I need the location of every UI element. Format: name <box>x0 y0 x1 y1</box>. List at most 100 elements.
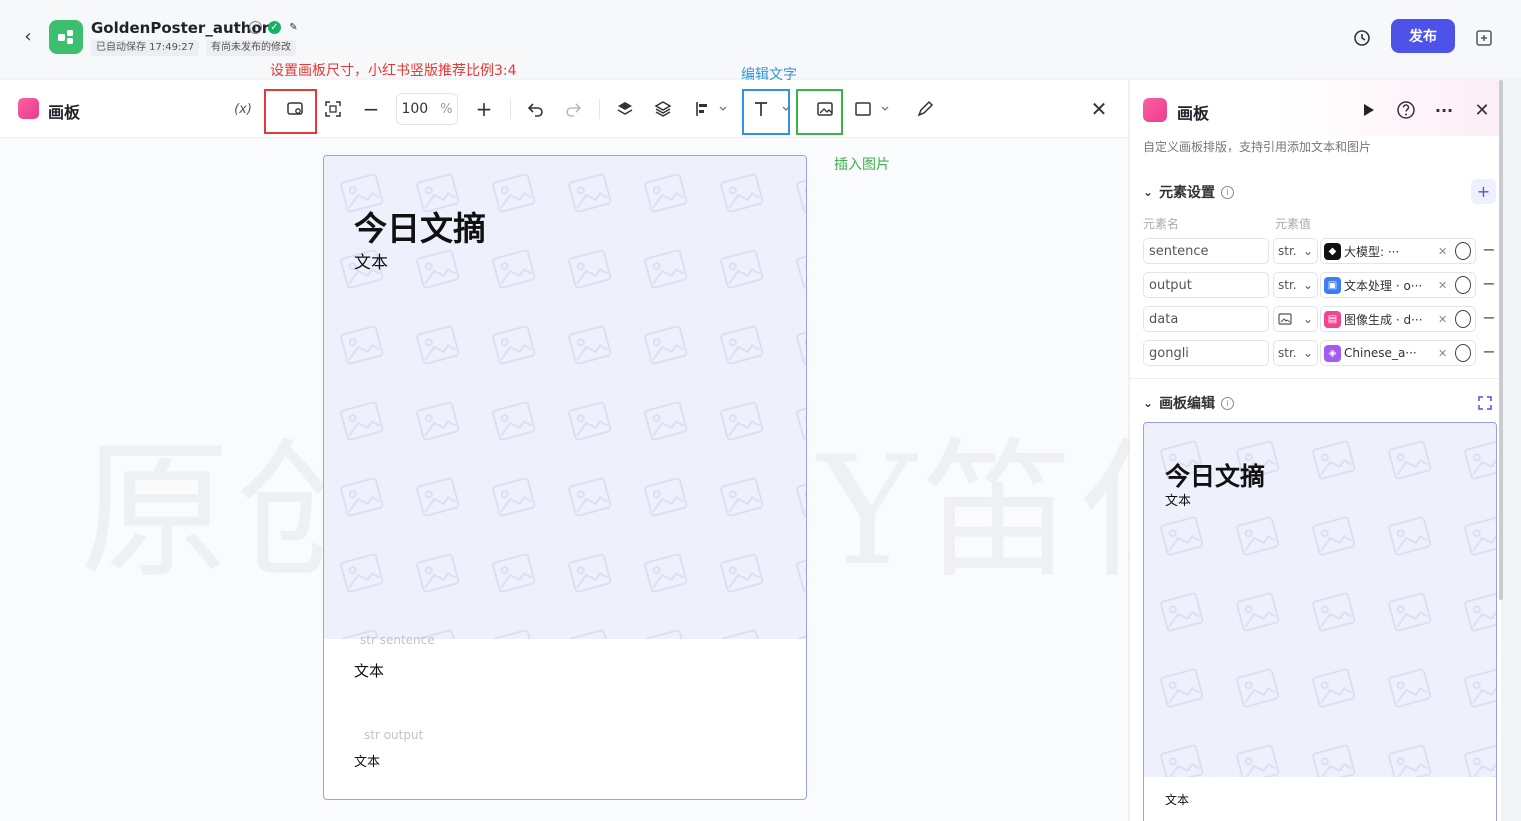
clear-icon[interactable]: ✕ <box>1438 279 1452 292</box>
panel-scrollbar[interactable] <box>1499 80 1503 600</box>
toolbar-divider <box>599 99 600 119</box>
layers-icon[interactable] <box>652 98 674 120</box>
undo-icon[interactable] <box>525 98 547 120</box>
element-row: sentence str. ⌄ ◆ 大模型: ··· ✕ − <box>1143 238 1498 266</box>
unpublished-badge: 有尚未发布的修改 <box>206 40 296 56</box>
llm-node-icon: ◆ <box>1324 242 1341 260</box>
expand-icon[interactable] <box>1477 395 1493 411</box>
type-label: str. <box>1278 244 1297 258</box>
zoom-input[interactable]: 100 % <box>396 93 458 125</box>
chevron-down-icon: ⌄ <box>1302 312 1313 326</box>
value-text: 图像生成 · d··· <box>1344 312 1423 327</box>
history-icon[interactable] <box>1352 28 1372 48</box>
image-gen-icon: ▤ <box>1324 310 1341 328</box>
element-value-ref[interactable]: ▤ 图像生成 · d··· ✕ <box>1320 306 1476 332</box>
fit-screen-icon[interactable] <box>322 98 344 120</box>
output-text[interactable]: 文本 <box>354 751 380 770</box>
zoom-out-icon[interactable]: − <box>360 97 382 121</box>
close-icon[interactable]: ✕ <box>1471 99 1493 121</box>
sentence-text[interactable]: 文本 <box>354 660 384 681</box>
element-value-ref[interactable]: ◆ 大模型: ··· ✕ <box>1320 238 1476 264</box>
remove-element-button[interactable]: − <box>1481 240 1497 259</box>
app-title: GoldenPoster_author <box>91 19 270 37</box>
reference-icon[interactable] <box>1455 276 1471 294</box>
preview-text: 文本 <box>1165 793 1190 807</box>
copy-icon[interactable] <box>1474 28 1494 48</box>
variable-button[interactable]: (x) <box>232 98 254 120</box>
clear-icon[interactable]: ✕ <box>1438 245 1452 258</box>
remove-element-button[interactable]: − <box>1481 274 1497 293</box>
remove-element-button[interactable]: − <box>1481 342 1497 361</box>
element-type-select[interactable]: ⌄ <box>1273 306 1318 332</box>
preview-title: 今日文摘 <box>1165 462 1266 491</box>
help-icon[interactable] <box>1395 99 1417 121</box>
element-row: gongli str. ⌄ ◈ Chinese_a··· ✕ − <box>1143 340 1498 368</box>
element-name-input[interactable]: data <box>1143 306 1269 332</box>
info-icon: i <box>1221 185 1235 199</box>
section-title: 画板编辑 <box>1159 396 1216 412</box>
remove-element-button[interactable]: − <box>1481 308 1497 327</box>
pen-tool-icon[interactable] <box>914 98 936 120</box>
play-icon[interactable] <box>1357 99 1379 121</box>
canvas-editor: 原创内容BY笛仁杰 画板 (x) − 100 % + <box>0 80 1385 821</box>
value-text: 文本处理 · o··· <box>1344 278 1423 293</box>
clear-icon[interactable]: ✕ <box>1438 347 1452 360</box>
editor-toolbar: 画板 (x) − 100 % + ✕ <box>0 80 1128 138</box>
output-placeholder: str output <box>364 728 424 742</box>
element-row: data ⌄ ▤ 图像生成 · d··· ✕ − <box>1143 306 1498 334</box>
column-label-value: 元素值 <box>1275 217 1312 231</box>
redo-icon[interactable] <box>562 98 584 120</box>
value-text: 大模型: ··· <box>1344 244 1400 259</box>
element-name-input[interactable]: gongli <box>1143 340 1269 366</box>
edit-text-annotation: 编辑文字 <box>741 67 797 83</box>
element-type-select[interactable]: str. ⌄ <box>1273 272 1318 298</box>
panel-header: 画板 ··· ✕ <box>1130 80 1501 136</box>
reference-icon[interactable] <box>1455 310 1471 328</box>
clear-icon[interactable]: ✕ <box>1438 313 1452 326</box>
info-icon: i <box>1221 396 1235 410</box>
section-title: 元素设置 <box>1159 185 1216 201</box>
elements-section-header[interactable]: ⌄ 元素设置 i <box>1143 182 1235 202</box>
image-type-icon <box>1278 313 1292 325</box>
align-dropdown[interactable] <box>692 98 730 120</box>
element-value-ref[interactable]: ◈ Chinese_a··· ✕ <box>1320 340 1476 366</box>
type-label: str. <box>1278 278 1297 292</box>
panel-title: 画板 <box>1177 104 1210 123</box>
canvas-preview[interactable]: 今日文摘 文本 文本 <box>1143 422 1497 821</box>
text-tool-icon[interactable] <box>752 98 792 120</box>
image-tool-icon[interactable] <box>814 98 836 120</box>
bring-forward-icon[interactable] <box>614 98 636 120</box>
element-type-select[interactable]: str. ⌄ <box>1273 340 1318 366</box>
shape-tool-icon[interactable] <box>854 98 894 120</box>
canvas-title[interactable]: 今日文摘 <box>354 202 486 250</box>
reference-icon[interactable] <box>1455 344 1471 362</box>
close-icon[interactable]: ✕ <box>1088 97 1110 121</box>
reference-icon[interactable] <box>1455 242 1471 260</box>
app-logo <box>49 20 83 54</box>
info-icon[interactable]: i <box>249 21 262 34</box>
canvas-node-panel: 画板 ··· ✕ 自定义画板排版，支持引用添加文本和图片 ⌄ 元素设置 i + … <box>1129 80 1501 821</box>
sentence-placeholder: str sentence <box>360 633 435 647</box>
more-icon[interactable]: ··· <box>1433 99 1455 121</box>
poster-canvas[interactable]: 今日文摘 文本 str sentence 文本 str output 文本 <box>323 155 807 800</box>
element-type-select[interactable]: str. ⌄ <box>1273 238 1318 264</box>
element-value-ref[interactable]: ▣ 文本处理 · o··· ✕ <box>1320 272 1476 298</box>
chevron-down-icon: ⌄ <box>1302 278 1313 292</box>
insert-image-annotation: 插入图片 <box>834 157 890 173</box>
edit-icon[interactable]: ✎ <box>287 21 300 34</box>
element-name-input[interactable]: sentence <box>1143 238 1269 264</box>
canvas-edit-section-header[interactable]: ⌄ 画板编辑 i <box>1143 393 1235 413</box>
zoom-in-icon[interactable]: + <box>473 97 495 121</box>
element-name-input[interactable]: output <box>1143 272 1269 298</box>
canvas-size-icon[interactable] <box>284 98 306 120</box>
canvas-subtitle[interactable]: 文本 <box>354 248 388 273</box>
add-element-button[interactable]: + <box>1471 179 1496 204</box>
autosave-badge: 已自动保存 17:49:27 <box>91 40 200 56</box>
value-text: Chinese_a··· <box>1344 346 1417 360</box>
back-arrow-icon[interactable]: ‹ <box>18 26 38 47</box>
publish-button[interactable]: 发布 <box>1391 19 1455 53</box>
chevron-down-icon: ⌄ <box>1302 244 1313 258</box>
toolbar-divider <box>510 99 511 119</box>
panel-description: 自定义画板排版，支持引用添加文本和图片 <box>1143 140 1372 154</box>
preview-subtitle: 文本 <box>1165 494 1192 509</box>
